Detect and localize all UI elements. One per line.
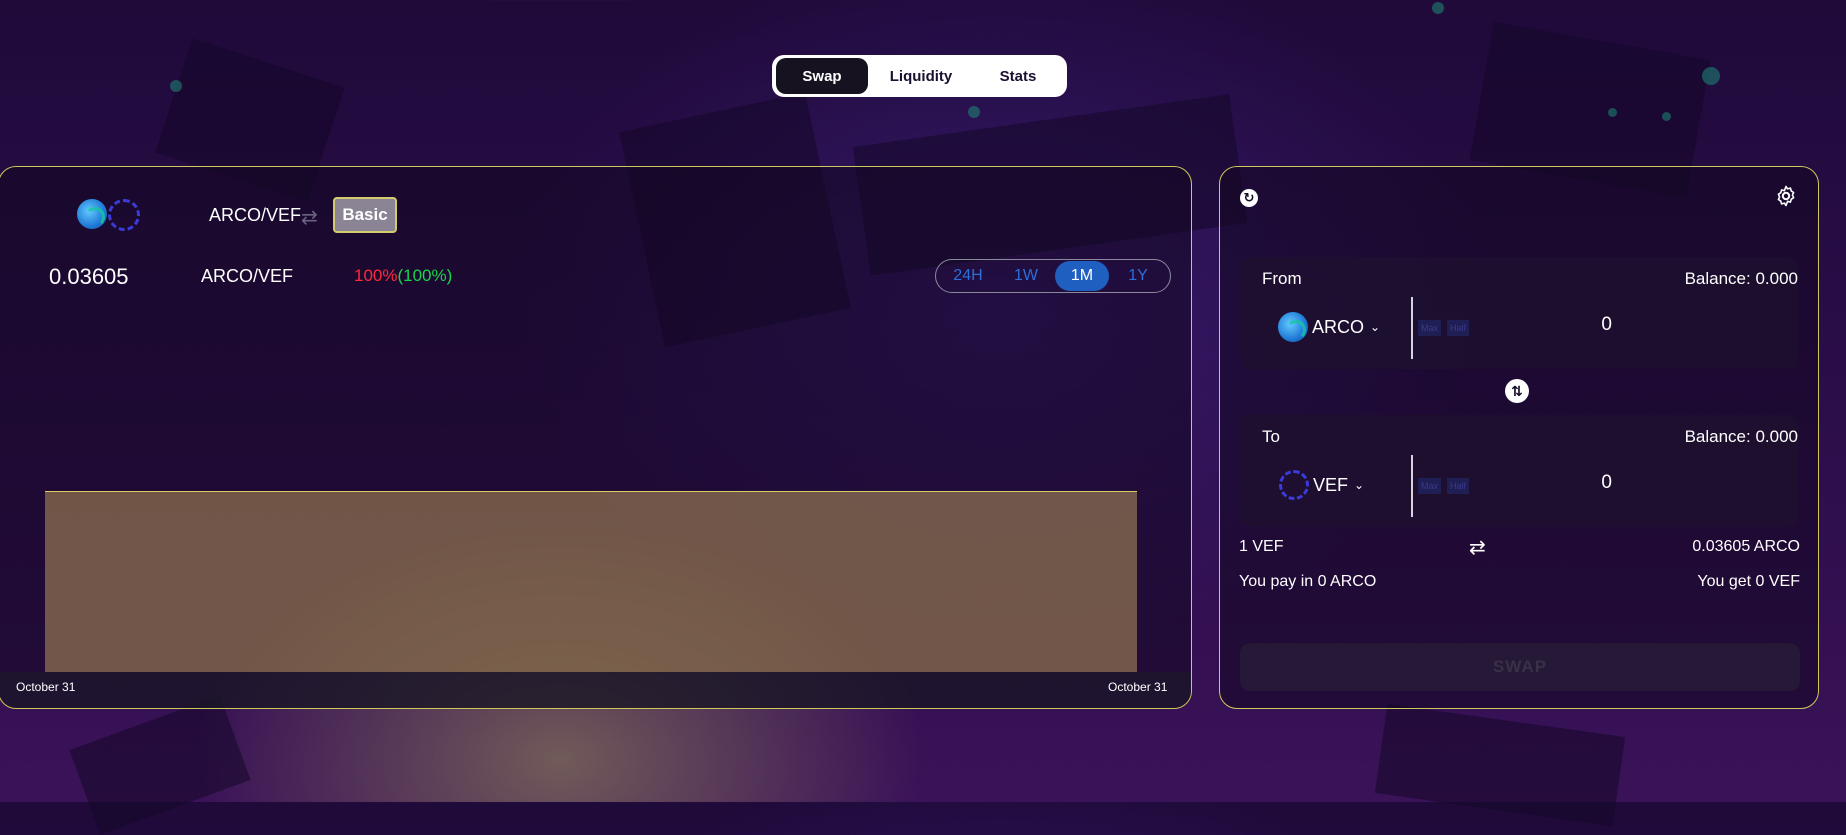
price-change: 100%(100%) bbox=[354, 266, 452, 286]
from-half-button[interactable]: Half bbox=[1447, 320, 1470, 336]
to-amount-input[interactable] bbox=[1470, 465, 1614, 501]
to-token-select[interactable]: VEF ⌄ bbox=[1278, 470, 1364, 500]
tab-liquidity[interactable]: Liquidity bbox=[868, 58, 974, 94]
swap-panel: ↻ From Balance: 0.000 ARCO ⌄ Max Half ⇅ … bbox=[1219, 166, 1819, 709]
to-token-name: VEF bbox=[1313, 474, 1349, 495]
tab-swap[interactable]: Swap bbox=[776, 58, 868, 94]
price-change-percent: 100% bbox=[354, 266, 398, 285]
current-price: 0.03605 bbox=[49, 264, 129, 289]
gear-icon[interactable] bbox=[1774, 184, 1798, 208]
swap-vertical-icon[interactable]: ⇅ bbox=[1505, 379, 1529, 403]
basic-mode-button[interactable]: Basic bbox=[333, 197, 397, 233]
swap-pair-icon[interactable]: ⇄ bbox=[301, 205, 318, 230]
pair-icons bbox=[77, 199, 140, 231]
you-get-text: You get 0 VEF bbox=[1697, 573, 1800, 590]
price-change-paren: (100%) bbox=[397, 266, 453, 285]
from-box: From Balance: 0.000 ARCO ⌄ Max Half bbox=[1240, 257, 1798, 369]
vef-token-icon bbox=[1279, 470, 1309, 500]
from-balance: Balance: 0.000 bbox=[1684, 269, 1798, 288]
price-pair-label: ARCO/VEF bbox=[201, 266, 294, 286]
range-1y[interactable]: 1Y bbox=[1109, 261, 1167, 291]
price-chart-panel: ARCO/VEF ⇄ Basic 0.03605 ARCO/VEF 100%(1… bbox=[0, 166, 1192, 709]
divider bbox=[1411, 297, 1413, 359]
time-range-selector: 24H 1W 1M 1Y bbox=[935, 259, 1171, 293]
to-half-button[interactable]: Half bbox=[1447, 478, 1470, 494]
rate-quote: 0.03605 ARCO bbox=[1692, 538, 1800, 555]
from-label: From bbox=[1262, 269, 1302, 288]
price-area-chart[interactable] bbox=[45, 491, 1137, 672]
divider bbox=[1411, 455, 1413, 517]
tab-stats[interactable]: Stats bbox=[974, 58, 1062, 94]
arco-token-icon bbox=[1278, 312, 1308, 342]
x-axis-start-date: October 31 bbox=[16, 680, 76, 694]
to-balance: Balance: 0.000 bbox=[1684, 427, 1798, 446]
pair-title: ARCO/VEF bbox=[209, 205, 302, 225]
range-1m[interactable]: 1M bbox=[1054, 261, 1110, 291]
from-token-name: ARCO bbox=[1312, 316, 1365, 337]
refresh-icon[interactable]: ↻ bbox=[1240, 189, 1258, 207]
from-token-select[interactable]: ARCO ⌄ bbox=[1278, 312, 1380, 342]
range-1w[interactable]: 1W bbox=[997, 261, 1055, 291]
range-24h[interactable]: 24H bbox=[939, 261, 997, 291]
chevron-down-icon: ⌄ bbox=[1354, 478, 1365, 492]
from-amount-input[interactable] bbox=[1470, 307, 1614, 343]
rate-base: 1 VEF bbox=[1239, 538, 1284, 555]
to-max-button[interactable]: Max bbox=[1418, 478, 1442, 494]
chart-axis-bar bbox=[0, 672, 1191, 708]
main-nav-tabs: Swap Liquidity Stats bbox=[772, 55, 1067, 97]
swap-button[interactable]: SWAP bbox=[1240, 643, 1800, 691]
chevron-down-icon: ⌄ bbox=[1370, 320, 1381, 334]
swap-horizontal-icon[interactable]: ⇄ bbox=[1469, 535, 1486, 560]
vef-token-icon bbox=[108, 199, 140, 231]
to-label: To bbox=[1262, 427, 1280, 446]
from-max-button[interactable]: Max bbox=[1418, 320, 1442, 336]
you-pay-text: You pay in 0 ARCO bbox=[1239, 573, 1377, 590]
x-axis-end-date: October 31 bbox=[1108, 680, 1168, 694]
to-box: To Balance: 0.000 VEF ⌄ Max Half bbox=[1240, 415, 1798, 527]
arco-token-icon bbox=[77, 199, 107, 229]
